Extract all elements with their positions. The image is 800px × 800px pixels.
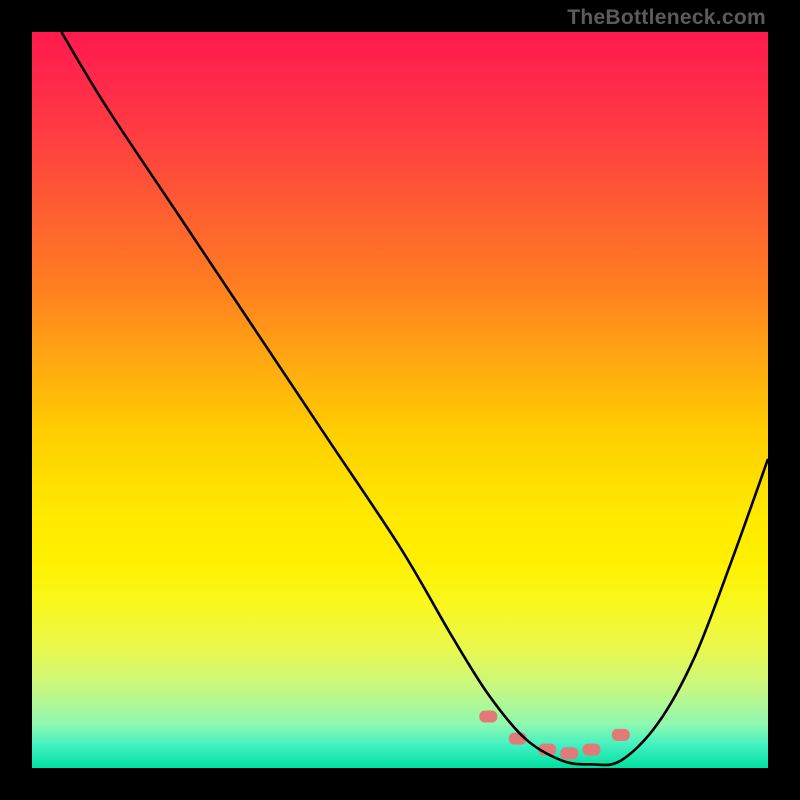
optimal-marker: [538, 744, 556, 756]
optimal-marker: [612, 729, 630, 741]
optimal-marker: [509, 733, 527, 745]
bottleneck-curve: [61, 32, 768, 765]
chart-overlay: [32, 32, 768, 768]
plot-area: [32, 32, 768, 768]
optimal-marker: [479, 711, 497, 723]
optimal-range-markers: [479, 711, 630, 760]
chart-frame: TheBottleneck.com: [0, 0, 800, 800]
attribution-label: TheBottleneck.com: [567, 6, 766, 30]
optimal-marker: [560, 747, 578, 759]
optimal-marker: [582, 744, 600, 756]
